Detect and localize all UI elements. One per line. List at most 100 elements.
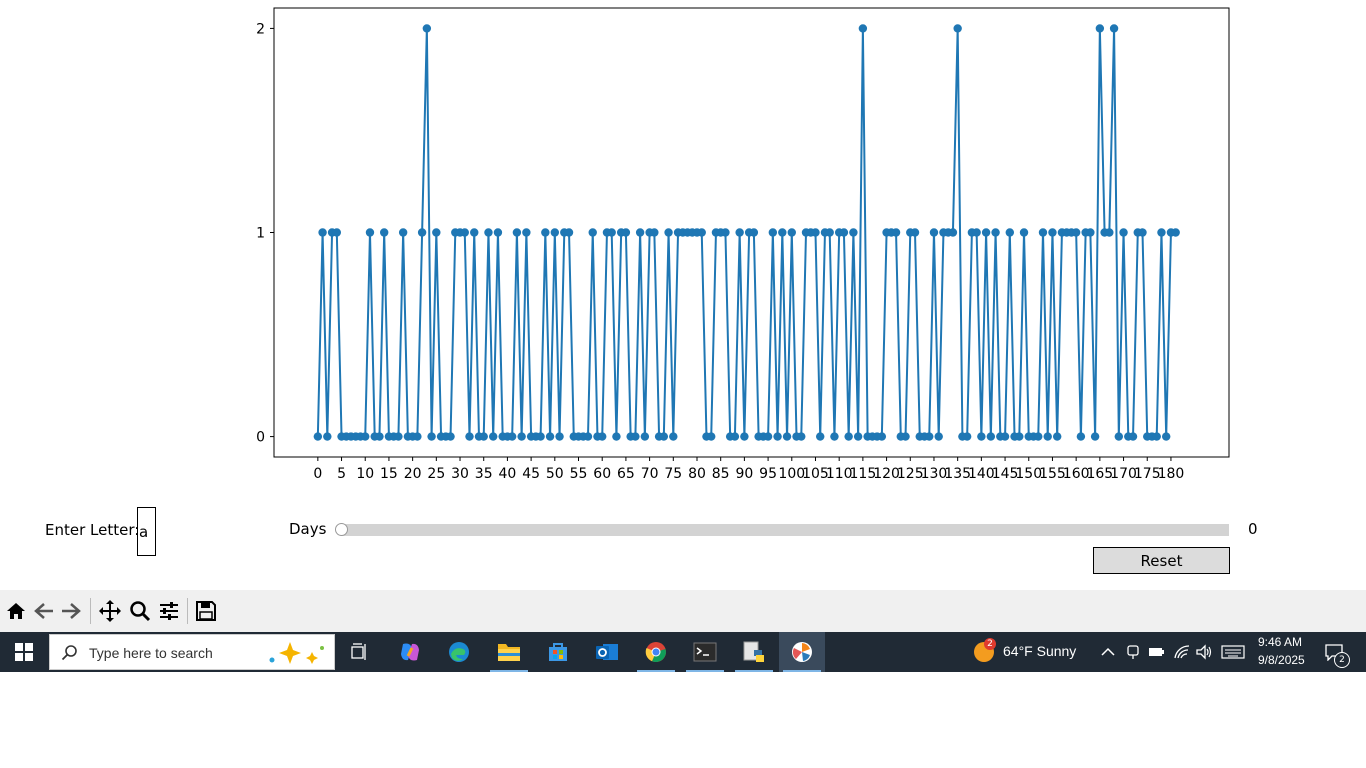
reset-button[interactable]: Reset [1093,547,1230,574]
days-slider-track[interactable] [341,524,1229,536]
data-point [598,432,607,441]
data-point [853,432,863,441]
days-slider-label: Days [289,520,327,538]
data-point [816,432,825,441]
data-point [787,228,796,237]
chevron-up-icon[interactable] [1101,646,1115,658]
x-tick-label: 45 [522,466,540,482]
days-slider-handle[interactable] [335,523,348,536]
x-tick-label: 35 [475,466,493,482]
data-point [422,24,432,33]
volume-icon[interactable] [1196,644,1214,660]
data-point [1128,432,1138,441]
data-point [470,228,479,237]
running-indicator [735,670,773,672]
data-point [318,228,327,237]
python-idle-icon[interactable] [731,632,777,672]
outlook-icon[interactable] [584,632,630,672]
file-explorer-icon[interactable] [486,632,532,672]
data-point [811,228,820,237]
data-point [740,432,749,441]
data-point [460,228,469,237]
data-point [621,228,631,237]
data-point [707,432,716,441]
y-tick-label: 2 [256,21,265,37]
data-point [782,432,792,441]
data-point [797,432,806,441]
clock-date[interactable]: 9/8/2025 [1258,653,1305,667]
microsoft-store-icon[interactable] [535,632,581,672]
data-point [484,228,493,237]
data-point [640,432,650,441]
letter-input[interactable] [137,507,156,556]
zoom-icon[interactable] [128,599,152,623]
edge-browser-icon[interactable] [436,632,482,672]
data-point [1015,432,1024,441]
back-icon[interactable] [32,599,56,623]
data-point [972,228,981,237]
data-point [986,432,996,441]
search-placeholder: Type here to search [89,645,213,661]
data-point [493,228,503,237]
wifi-icon[interactable] [1173,644,1191,660]
x-tick-label: 80 [688,466,706,482]
data-point [1034,432,1043,441]
data-point [446,432,455,441]
meet-now-icon[interactable] [1126,644,1140,660]
data-point [417,228,427,237]
x-tick-label: 30 [451,466,469,482]
running-indicator [783,670,821,672]
data-point [541,228,550,237]
data-point [522,228,531,237]
chrome-icon[interactable] [633,632,679,672]
data-point [555,432,564,441]
data-point [1005,228,1015,237]
data-point [977,432,986,441]
data-point [1138,228,1147,237]
data-point [1048,228,1057,237]
data-point [849,228,858,237]
days-slider-value: 0 [1248,520,1258,538]
keyboard-icon[interactable] [1221,645,1245,659]
x-tick-label: 180 [1158,466,1185,482]
data-point [432,228,441,237]
data-point [1171,228,1180,237]
data-point [631,432,640,441]
matplotlib-window-icon[interactable] [779,632,825,672]
data-point [588,228,597,237]
configure-icon[interactable] [157,599,181,623]
data-point [365,228,375,237]
data-point [427,432,436,441]
data-point [991,228,1000,237]
data-point [749,228,759,237]
y-tick-label: 0 [256,430,265,446]
data-point [612,432,621,441]
pan-icon[interactable] [98,599,122,623]
save-icon[interactable] [194,599,218,623]
x-tick-label: 20 [404,466,422,482]
x-tick-label: 70 [641,466,659,482]
data-point [773,432,782,441]
data-point [361,432,370,441]
data-point [697,228,706,237]
data-point [830,432,839,441]
home-icon[interactable] [4,599,28,623]
weather-text[interactable]: 64°F Sunny [1003,643,1076,659]
taskbar-search-box[interactable]: Type here to search [49,634,335,670]
windows-start-icon[interactable] [0,632,48,672]
taskbar: Type here to search 2 64°F Sunny 9:46 AM… [0,632,1366,672]
task-view-icon[interactable] [337,632,383,672]
data-point [778,228,787,237]
data-point [1019,228,1029,237]
data-point [1095,24,1105,33]
battery-icon[interactable] [1148,645,1166,659]
data-point [1114,432,1124,441]
data-point [545,432,555,441]
forward-icon[interactable] [59,599,83,623]
data-point [934,432,943,441]
data-point [313,432,323,441]
terminal-icon[interactable] [682,632,728,672]
copilot-icon[interactable] [387,632,433,672]
data-point [1052,432,1062,441]
clock-time[interactable]: 9:46 AM [1258,635,1302,649]
